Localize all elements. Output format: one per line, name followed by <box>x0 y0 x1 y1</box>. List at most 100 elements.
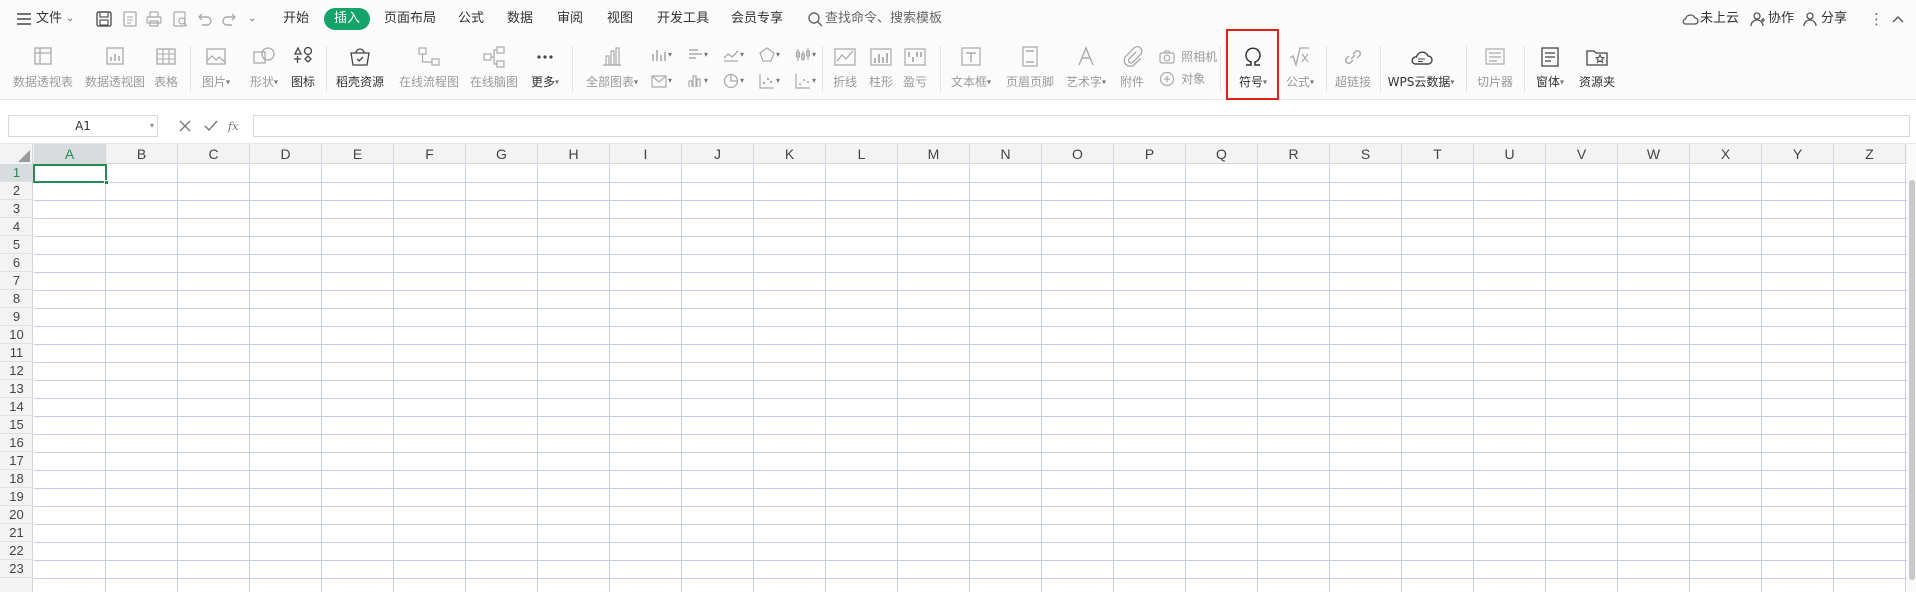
hamburger-icon[interactable] <box>14 9 34 29</box>
row-header-18[interactable]: 18 <box>0 470 33 488</box>
tab-formulas[interactable]: 公式 <box>458 9 484 29</box>
line-chart-button[interactable]: ▾ <box>722 44 744 64</box>
insert-function-icon[interactable]: fx <box>227 117 249 135</box>
tab-member[interactable]: 会员专享 <box>731 9 783 29</box>
column-header-X[interactable]: X <box>1690 144 1762 164</box>
pie-chart-button[interactable]: ▾ <box>722 70 744 90</box>
row-header-16[interactable]: 16 <box>0 434 33 452</box>
column-header-T[interactable]: T <box>1402 144 1474 164</box>
column-header-L[interactable]: L <box>826 144 898 164</box>
icon-library-button[interactable]: 图标 <box>288 42 318 96</box>
column-header-H[interactable]: H <box>538 144 610 164</box>
active-cell-A1[interactable] <box>33 164 109 185</box>
save-icon[interactable] <box>94 9 114 29</box>
picture-button[interactable]: 图片▾ <box>196 42 236 96</box>
row-header-11[interactable]: 11 <box>0 344 33 362</box>
column-header-U[interactable]: U <box>1474 144 1546 164</box>
row-header-19[interactable]: 19 <box>0 488 33 506</box>
spreadsheet-grid[interactable]: ABCDEFGHIJKLMNOPQRSTUVWXYZ 1 2 3 4 5 6 7 8 9 10 11… <box>0 144 1916 592</box>
row-header-13[interactable]: 13 <box>0 380 33 398</box>
row-header-5[interactable]: 5 <box>0 236 33 254</box>
file-menu[interactable]: 文件 <box>36 9 62 29</box>
vertical-scrollbar-thumb[interactable] <box>1909 180 1915 580</box>
textbox-button[interactable]: 文本框▾ <box>946 42 996 96</box>
more-options-icon[interactable]: ⋮ <box>1869 9 1884 29</box>
area-chart-button[interactable]: ▾ <box>650 70 672 90</box>
header-footer-button[interactable]: 页眉页脚 <box>1002 42 1058 96</box>
export-pdf-icon[interactable] <box>120 9 140 29</box>
row-header-8[interactable]: 8 <box>0 290 33 308</box>
name-box[interactable]: A1 ▾ <box>8 115 158 137</box>
row-header-12[interactable]: 12 <box>0 362 33 380</box>
camera-button[interactable]: 照相机 <box>1158 46 1217 66</box>
redo-icon[interactable] <box>220 9 240 29</box>
scatter-chart-button[interactable]: ▾ <box>758 70 780 90</box>
confirm-icon[interactable] <box>202 117 220 135</box>
column-header-P[interactable]: P <box>1114 144 1186 164</box>
select-all-corner[interactable] <box>0 144 33 164</box>
sparkline-winloss-button[interactable]: 盈亏 <box>898 42 932 96</box>
table-button[interactable]: 表格 <box>150 42 182 96</box>
combo-chart-button[interactable]: ▾ <box>794 70 816 90</box>
wps-cloud-data-button[interactable]: WPS云数据▾ <box>1384 42 1458 96</box>
pivot-chart-button[interactable]: 数据透视图 <box>82 42 148 96</box>
tab-review[interactable]: 审阅 <box>557 9 583 29</box>
print-icon[interactable] <box>144 9 164 29</box>
row-header-10[interactable]: 10 <box>0 326 33 344</box>
row-header-14[interactable]: 14 <box>0 398 33 416</box>
column-header-D[interactable]: D <box>250 144 322 164</box>
chevron-down-icon[interactable]: ⌄ <box>66 9 74 29</box>
tab-insert[interactable]: 插入 <box>324 8 371 30</box>
row-header-3[interactable]: 3 <box>0 200 33 218</box>
column-header-S[interactable]: S <box>1330 144 1402 164</box>
tab-view[interactable]: 视图 <box>607 9 633 29</box>
column-header-Y[interactable]: Y <box>1762 144 1834 164</box>
column-header-C[interactable]: C <box>178 144 250 164</box>
undo-icon[interactable] <box>194 9 214 29</box>
row-header-21[interactable]: 21 <box>0 524 33 542</box>
formula-input[interactable] <box>253 115 1910 137</box>
collapse-ribbon-icon[interactable] <box>1888 9 1908 29</box>
histogram-button[interactable]: ▾ <box>686 70 708 90</box>
tab-home[interactable]: 开始 <box>283 9 309 29</box>
row-header-6[interactable]: 6 <box>0 254 33 272</box>
equation-button[interactable]: 公式▾ <box>1280 42 1320 96</box>
column-header-J[interactable]: J <box>682 144 754 164</box>
cloud-status-button[interactable]: 未上云 <box>1700 9 1739 29</box>
attachment-button[interactable]: 附件 <box>1116 42 1148 96</box>
quick-access-more-icon[interactable]: ⌄ <box>248 9 256 29</box>
tab-data[interactable]: 数据 <box>507 9 533 29</box>
column-header-K[interactable]: K <box>754 144 826 164</box>
row-header-15[interactable]: 15 <box>0 416 33 434</box>
column-header-G[interactable]: G <box>466 144 538 164</box>
more-button[interactable]: 更多▾ <box>526 42 564 96</box>
tab-page-layout[interactable]: 页面布局 <box>384 9 436 29</box>
online-flowchart-button[interactable]: 在线流程图 <box>396 42 462 96</box>
column-header-O[interactable]: O <box>1042 144 1114 164</box>
cancel-icon[interactable] <box>176 117 194 135</box>
pivot-table-button[interactable]: 数据透视表 <box>10 42 76 96</box>
column-header-F[interactable]: F <box>394 144 466 164</box>
wordart-button[interactable]: 艺术字▾ <box>1062 42 1110 96</box>
collaborate-button[interactable]: 协作 <box>1768 9 1794 29</box>
slicer-button[interactable]: 切片器 <box>1474 42 1516 96</box>
form-button[interactable]: 窗体▾ <box>1530 42 1570 96</box>
daoke-resources-button[interactable]: 稻壳资源 <box>334 42 386 96</box>
hyperlink-button[interactable]: 超链接 <box>1332 42 1374 96</box>
online-mindmap-button[interactable]: 在线脑图 <box>468 42 520 96</box>
column-header-B[interactable]: B <box>106 144 178 164</box>
all-charts-button[interactable]: 全部图表▾ <box>582 42 642 96</box>
row-header-1[interactable]: 1 <box>0 164 33 182</box>
row-header-9[interactable]: 9 <box>0 308 33 326</box>
command-search-input[interactable]: 查找命令、搜索模板 <box>825 9 942 29</box>
sparkline-line-button[interactable]: 折线 <box>828 42 862 96</box>
column-header-R[interactable]: R <box>1258 144 1330 164</box>
bar-chart-button[interactable]: ▾ <box>686 44 708 64</box>
tab-developer[interactable]: 开发工具 <box>657 9 709 29</box>
column-header-E[interactable]: E <box>322 144 394 164</box>
vertical-scrollbar[interactable] <box>1907 144 1916 592</box>
column-header-I[interactable]: I <box>610 144 682 164</box>
fill-handle[interactable] <box>104 180 109 185</box>
row-header-23[interactable]: 23 <box>0 560 33 578</box>
column-header-Q[interactable]: Q <box>1186 144 1258 164</box>
